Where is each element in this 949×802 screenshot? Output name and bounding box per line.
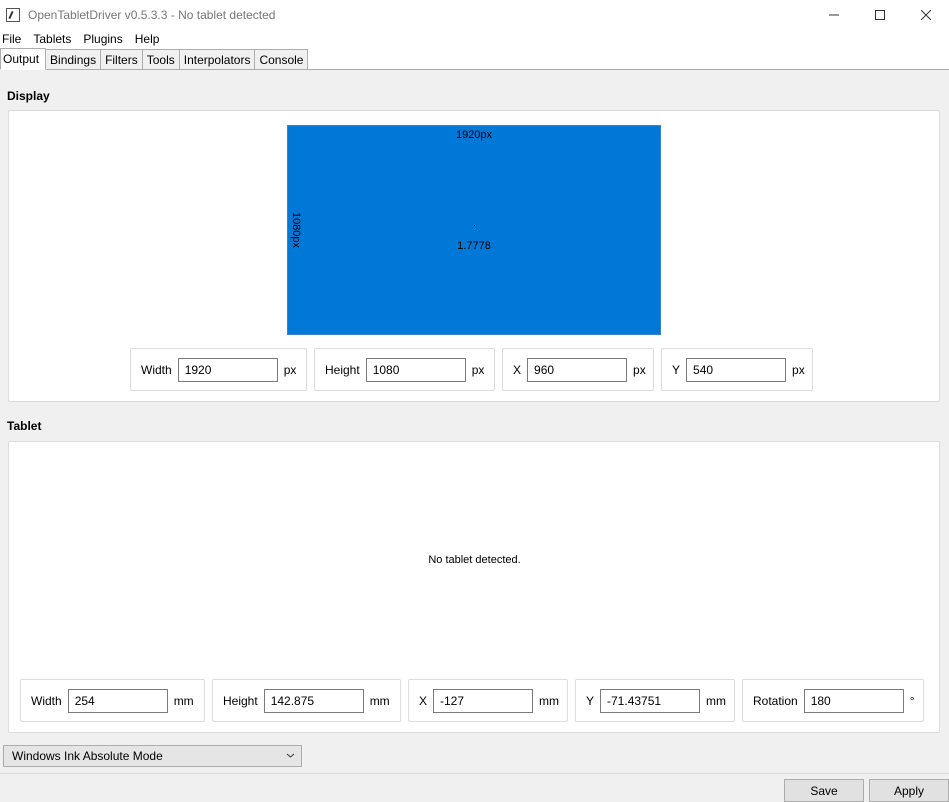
display-x-input[interactable]: 960	[527, 357, 628, 382]
display-x-field: X 960 px	[502, 348, 654, 391]
display-y-label: Y	[672, 362, 681, 377]
display-width-label: Width	[141, 362, 172, 377]
app-icon	[6, 7, 20, 22]
maximize-button[interactable]	[857, 0, 903, 29]
tablet-height-field: Height 142.875 mm	[212, 679, 401, 722]
display-height-field: Height 1080 px	[314, 348, 495, 391]
minimize-button[interactable]	[811, 0, 857, 29]
menu-file[interactable]: File	[0, 32, 27, 46]
display-area-ratio: 1.7778	[457, 240, 491, 252]
tablet-height-label: Height	[223, 693, 258, 708]
tablet-height-input[interactable]: 142.875	[263, 688, 364, 713]
display-x-unit: px	[633, 362, 646, 377]
tab-output[interactable]: Output	[0, 48, 47, 70]
display-width-field: Width 1920 px	[130, 348, 307, 391]
tablet-height-unit: mm	[369, 693, 390, 708]
tablet-y-input[interactable]: -71.43751	[600, 688, 701, 713]
output-mode-select[interactable]: Windows Ink Absolute Mode	[3, 745, 302, 767]
tablet-width-label: Width	[31, 693, 62, 708]
display-area[interactable]: 1920px 1080px 1.7778	[287, 125, 661, 335]
menu-tablets[interactable]: Tablets	[31, 32, 77, 46]
tab-filters[interactable]: Filters	[100, 49, 143, 69]
tablet-y-label: Y	[586, 693, 595, 708]
display-x-label: X	[513, 362, 522, 377]
tablet-section-label: Tablet	[7, 419, 42, 433]
display-width-input[interactable]: 1920	[177, 357, 278, 382]
close-icon	[921, 9, 931, 20]
menu-help[interactable]: Help	[133, 32, 166, 46]
display-height-input[interactable]: 1080	[365, 357, 466, 382]
tablet-x-label: X	[419, 693, 428, 708]
tablet-x-field: X -127 mm	[408, 679, 568, 722]
display-height-label: Height	[325, 362, 360, 377]
display-area-width-label: 1920px	[455, 129, 493, 141]
tab-tools[interactable]: Tools	[141, 49, 180, 69]
tab-interpolators[interactable]: Interpolators	[178, 49, 256, 69]
menu-bar: File Tablets Plugins Help	[0, 29, 949, 48]
apply-button[interactable]: Apply	[869, 779, 949, 802]
title-bar: OpenTabletDriver v0.5.3.3 - No tablet de…	[0, 0, 949, 29]
tablet-x-unit: mm	[539, 693, 560, 708]
display-y-unit: px	[792, 362, 805, 377]
output-mode-value: Windows Ink Absolute Mode	[12, 749, 163, 763]
tab-console[interactable]: Console	[254, 49, 309, 69]
tablet-x-input[interactable]: -127	[433, 688, 534, 713]
tablet-width-unit: mm	[173, 693, 194, 708]
tablet-y-field: Y -71.43751 mm	[575, 679, 735, 722]
tab-bar: Output Bindings Filters Tools Interpolat…	[0, 48, 949, 70]
chevron-down-icon	[286, 753, 295, 758]
tablet-rotation-label: Rotation	[753, 693, 798, 708]
tablet-rotation-unit: °	[909, 693, 915, 708]
tablet-width-field: Width 254 mm	[20, 679, 205, 722]
display-y-field: Y 540 px	[661, 348, 813, 391]
close-button[interactable]	[903, 0, 949, 29]
maximize-icon	[875, 9, 885, 20]
tab-bindings[interactable]: Bindings	[45, 49, 102, 69]
tablet-status-text: No tablet detected.	[428, 554, 521, 566]
minimize-icon	[829, 14, 839, 15]
tablet-y-unit: mm	[706, 693, 727, 708]
menu-plugins[interactable]: Plugins	[81, 32, 128, 46]
save-button[interactable]: Save	[784, 779, 864, 802]
window-title: OpenTabletDriver v0.5.3.3 - No tablet de…	[28, 7, 276, 22]
tablet-width-input[interactable]: 254	[67, 688, 168, 713]
display-width-unit: px	[283, 362, 297, 377]
display-height-unit: px	[471, 362, 485, 377]
display-y-input[interactable]: 540	[686, 357, 787, 382]
tablet-rotation-field: Rotation 180 °	[742, 679, 924, 722]
window-controls	[811, 0, 949, 29]
display-section-label: Display	[7, 89, 50, 103]
display-area-center	[474, 225, 475, 226]
tablet-rotation-input[interactable]: 180	[803, 688, 904, 713]
